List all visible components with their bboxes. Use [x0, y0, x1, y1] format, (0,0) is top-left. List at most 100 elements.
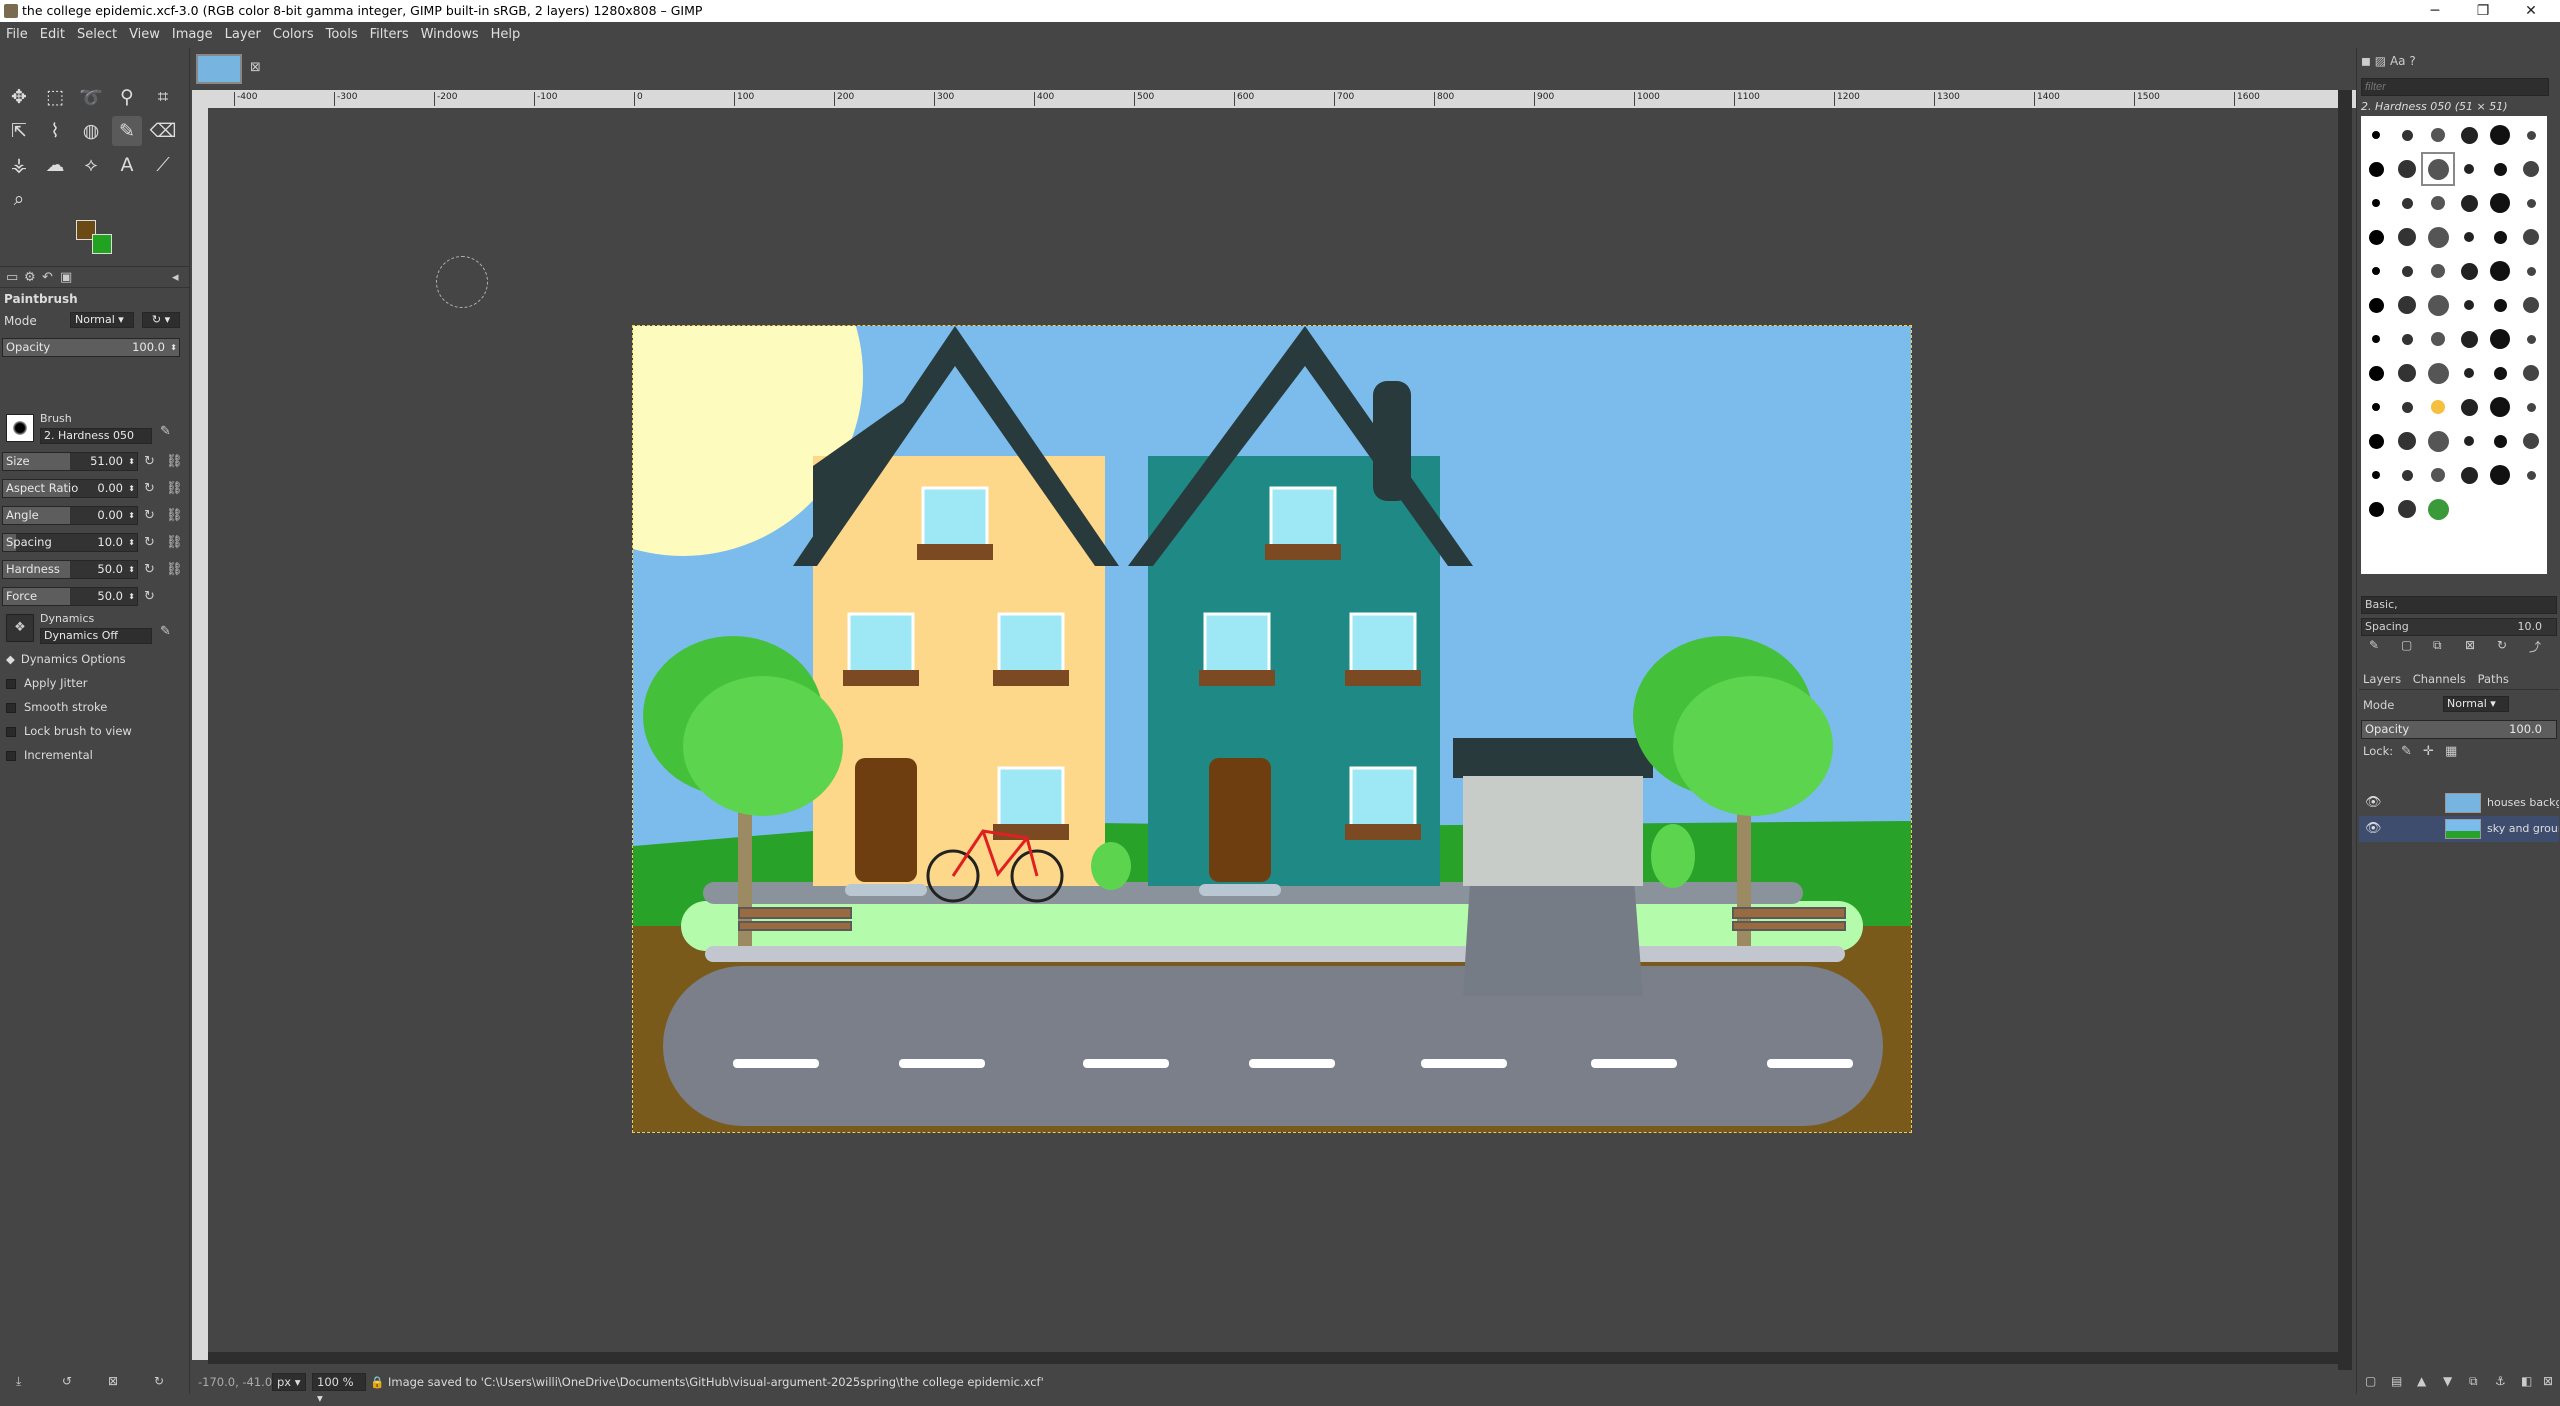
paths-tool-icon[interactable]: ⟡	[76, 150, 106, 180]
help-tab-icon[interactable]: ?	[2409, 54, 2415, 68]
hardness-link-icon[interactable]: ⛓	[166, 562, 183, 577]
unit-select[interactable]: px ▾	[272, 1373, 306, 1391]
duplicate-brush-icon[interactable]: ⧉	[2433, 638, 2442, 653]
brush-tag-select[interactable]: Basic,	[2361, 596, 2557, 614]
fuzzy-select-tool-icon[interactable]: ⚲	[112, 82, 142, 112]
edit-dynamics-icon[interactable]: ✎	[160, 624, 171, 639]
angle-reset-icon[interactable]: ↻	[144, 508, 155, 523]
menu-view[interactable]: View	[123, 22, 166, 48]
brush-cell[interactable]	[2423, 188, 2453, 218]
brush-cell[interactable]	[2392, 392, 2422, 422]
brush-cell[interactable]	[2485, 188, 2515, 218]
lock-alpha-icon[interactable]: ▦	[2445, 744, 2457, 759]
smudge-tool-icon[interactable]: ☁	[40, 150, 70, 180]
brush-cell[interactable]	[2423, 256, 2453, 286]
brush-cell[interactable]	[2485, 358, 2515, 388]
crop-tool-icon[interactable]: ⌗	[148, 82, 178, 112]
brush-cell[interactable]	[2392, 290, 2422, 320]
brush-cell[interactable]	[2516, 392, 2546, 422]
brush-cell[interactable]	[2454, 426, 2484, 456]
size-reset-icon[interactable]: ↻	[144, 454, 155, 469]
new-brush-icon[interactable]: ▢	[2401, 638, 2412, 652]
brush-cell[interactable]	[2485, 222, 2515, 252]
brush-cell[interactable]	[2423, 392, 2453, 422]
brush-cell[interactable]	[2392, 120, 2422, 150]
brush-cell[interactable]	[2361, 222, 2391, 252]
brush-cell[interactable]	[2361, 460, 2391, 490]
background-color-swatch[interactable]	[92, 234, 112, 254]
brush-cell[interactable]	[2423, 290, 2453, 320]
images-tab-icon[interactable]: ▣	[60, 270, 72, 285]
brush-cell[interactable]	[2361, 426, 2391, 456]
layer-opacity-slider[interactable]: Opacity 100.0	[2361, 720, 2557, 739]
hardness-slider[interactable]: Hardness 50.0 ⬍	[2, 560, 138, 579]
brush-cell[interactable]	[2516, 426, 2546, 456]
brush-cell[interactable]	[2454, 460, 2484, 490]
brush-cell[interactable]	[2454, 324, 2484, 354]
spacing-slider[interactable]: Spacing 10.0 ⬍	[2, 533, 138, 552]
anchor-layer-icon[interactable]: ⚓	[2495, 1374, 2506, 1388]
layer-row[interactable]: 👁 sky and ground	[2359, 816, 2559, 842]
brush-cell[interactable]	[2516, 120, 2546, 150]
brush-cell[interactable]	[2392, 222, 2422, 252]
menu-tools[interactable]: Tools	[320, 22, 364, 48]
aspect-spin[interactable]: ⬍	[128, 480, 135, 497]
force-reset-icon[interactable]: ↻	[144, 589, 155, 604]
brush-cell[interactable]	[2423, 222, 2453, 252]
aspect-ratio-slider[interactable]: Aspect Ratio 0.00 ⬍	[2, 479, 138, 498]
brush-cell[interactable]	[2485, 256, 2515, 286]
brush-cell[interactable]	[2454, 222, 2484, 252]
brush-cell[interactable]	[2361, 358, 2391, 388]
brushes-tab-icon[interactable]: ◼	[2361, 54, 2371, 68]
transform-tool-icon[interactable]: ⇱	[4, 116, 34, 146]
close-image-tab-icon[interactable]: ⊠	[250, 60, 261, 75]
size-link-icon[interactable]: ⛓	[166, 454, 183, 469]
menu-help[interactable]: Help	[485, 22, 527, 48]
patterns-tab-icon[interactable]: ▨	[2375, 54, 2386, 68]
menu-filters[interactable]: Filters	[364, 22, 415, 48]
brush-cell[interactable]	[2361, 120, 2391, 150]
size-slider[interactable]: Size 51.00 ⬍	[2, 452, 138, 471]
menu-select[interactable]: Select	[71, 22, 123, 48]
force-spin[interactable]: ⬍	[128, 588, 135, 605]
brush-preview[interactable]	[6, 414, 34, 442]
free-select-tool-icon[interactable]: ➰	[76, 82, 106, 112]
brush-cell[interactable]	[2423, 426, 2453, 456]
opacity-slider[interactable]: Opacity 100.0 ⬍	[2, 338, 180, 357]
brush-cell[interactable]	[2361, 154, 2391, 184]
vertical-ruler[interactable]	[192, 108, 208, 1360]
raise-layer-icon[interactable]: ▲	[2417, 1374, 2426, 1388]
brush-name-field[interactable]: 2. Hardness 050	[40, 428, 152, 444]
horizontal-scrollbar[interactable]	[208, 1352, 2338, 1364]
spacing-reset-icon[interactable]: ↻	[144, 535, 155, 550]
brush-cell[interactable]	[2421, 152, 2455, 186]
aspect-link-icon[interactable]: ⛓	[166, 481, 183, 496]
brush-cell[interactable]	[2392, 460, 2422, 490]
brush-cell[interactable]	[2423, 324, 2453, 354]
brush-cell[interactable]	[2485, 120, 2515, 150]
tool-options-tab-icon[interactable]: ▭	[6, 270, 18, 285]
spacing-link-icon[interactable]: ⛓	[166, 535, 183, 550]
hardness-reset-icon[interactable]: ↻	[144, 562, 155, 577]
brush-cell[interactable]	[2454, 188, 2484, 218]
brush-cell[interactable]	[2423, 120, 2453, 150]
brush-cell[interactable]	[2454, 358, 2484, 388]
brush-cell[interactable]	[2516, 188, 2546, 218]
smooth-stroke-checkbox[interactable]: Smooth stroke	[6, 698, 107, 716]
mask-layer-icon[interactable]: ◧	[2521, 1374, 2532, 1388]
brush-cell[interactable]	[2454, 392, 2484, 422]
fonts-tab-icon[interactable]: Aa	[2390, 54, 2406, 68]
paintbrush-tool-icon[interactable]: ✎	[112, 116, 142, 146]
refresh-brushes-icon[interactable]: ↻	[2497, 638, 2507, 652]
brush-cell[interactable]	[2361, 290, 2391, 320]
layer-mode-select[interactable]: Normal ▾	[2443, 696, 2509, 712]
brush-cell[interactable]	[2423, 358, 2453, 388]
lock-pixels-icon[interactable]: ✎	[2401, 744, 2412, 759]
brush-cell[interactable]	[2361, 324, 2391, 354]
visibility-eye-icon[interactable]: 👁	[2365, 790, 2382, 816]
spacing-spin[interactable]: ⬍	[128, 534, 135, 551]
save-options-icon[interactable]: ⤓	[16, 1374, 21, 1389]
aspect-reset-icon[interactable]: ↻	[144, 481, 155, 496]
warp-tool-icon[interactable]: ⌇	[40, 116, 70, 146]
edit-brush-icon[interactable]: ✎	[160, 424, 171, 439]
